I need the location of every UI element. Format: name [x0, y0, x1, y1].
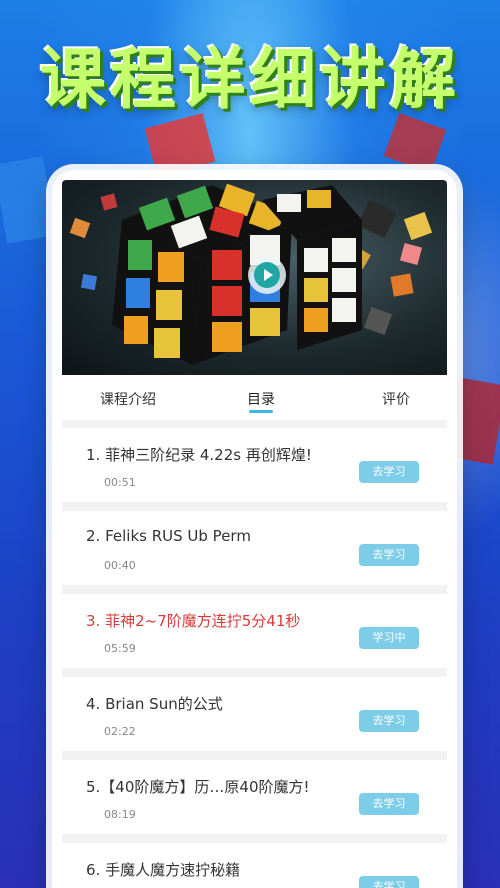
lesson-item[interactable]: 1. 菲神三阶纪录 4.22s 再创辉煌! 00:51 去学习 [62, 428, 447, 502]
lesson-item[interactable]: 6. 手魔人魔方速拧秘籍 去学习 [62, 843, 447, 888]
active-tab-indicator [249, 410, 273, 413]
play-icon [254, 262, 280, 288]
lesson-item-active[interactable]: 3. 菲神2~7阶魔方连拧5分41秒 05:59 学习中 [62, 594, 447, 668]
lesson-title: 3. 菲神2~7阶魔方连拧5分41秒 [86, 612, 301, 630]
lesson-title: 1. 菲神三阶纪录 4.22s 再创辉煌! [86, 446, 312, 464]
study-button[interactable]: 去学习 [359, 876, 419, 888]
lesson-item[interactable]: 5.【40阶魔方】历…原40阶魔方! 08:19 去学习 [62, 760, 447, 834]
background-cube-decoration [0, 156, 57, 244]
lesson-title: 6. 手魔人魔方速拧秘籍 [86, 861, 241, 879]
study-button[interactable]: 去学习 [359, 710, 419, 732]
lesson-duration: 00:40 [104, 559, 136, 572]
lesson-duration: 08:19 [104, 808, 136, 821]
phone-frame: 课程介绍 目录 评价 1. 菲神三阶纪录 4.22s 再创辉煌! 00:51 去… [52, 170, 457, 888]
lesson-title: 2. Feliks RUS Ub Perm [86, 527, 251, 545]
video-player[interactable] [62, 180, 447, 375]
lesson-item[interactable]: 2. Feliks RUS Ub Perm 00:40 去学习 [62, 511, 447, 585]
study-button[interactable]: 去学习 [359, 461, 419, 483]
play-button[interactable] [248, 256, 286, 294]
tab-course-intro[interactable]: 课程介绍 [100, 389, 156, 409]
lesson-title: 5.【40阶魔方】历…原40阶魔方! [86, 778, 310, 796]
studying-button[interactable]: 学习中 [359, 627, 419, 649]
tab-catalog[interactable]: 目录 [247, 389, 275, 409]
page-headline: 课程详细讲解 [40, 41, 460, 118]
lesson-title: 4. Brian Sun的公式 [86, 695, 223, 713]
lesson-item[interactable]: 4. Brian Sun的公式 02:22 去学习 [62, 677, 447, 751]
study-button[interactable]: 去学习 [359, 793, 419, 815]
lesson-duration: 00:51 [104, 476, 136, 489]
lesson-duration: 05:59 [104, 642, 136, 655]
study-button[interactable]: 去学习 [359, 544, 419, 566]
tab-reviews[interactable]: 评价 [382, 389, 410, 409]
lesson-duration: 02:22 [104, 725, 136, 738]
background-cube-decoration [144, 113, 216, 177]
